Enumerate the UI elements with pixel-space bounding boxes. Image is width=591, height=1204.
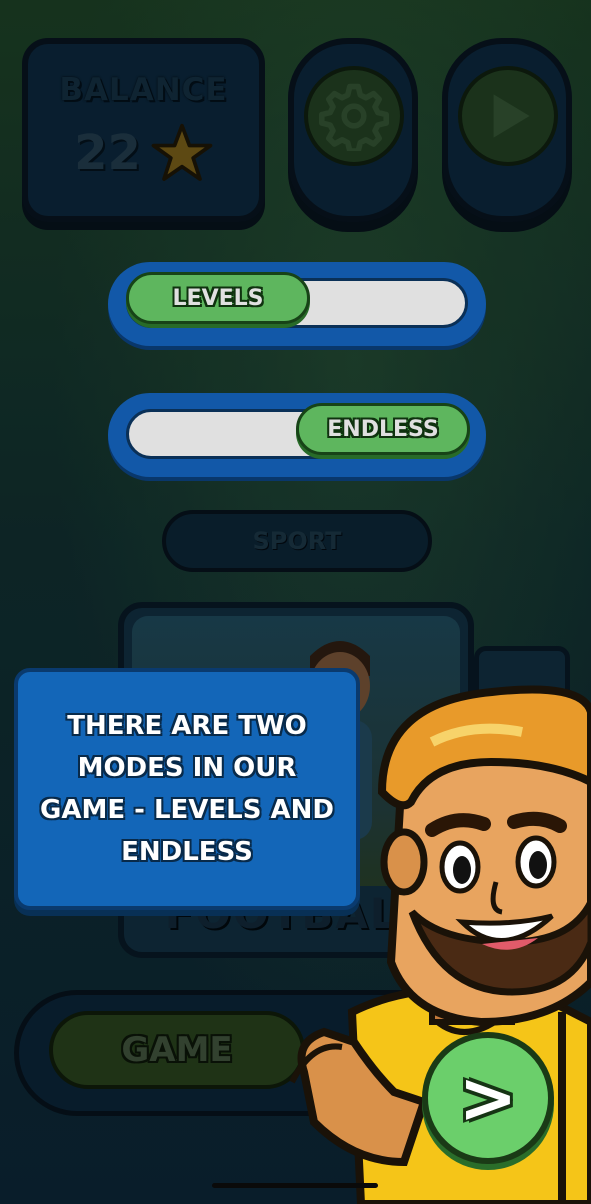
balance-card: BALANCE 22 bbox=[22, 38, 265, 222]
play-icon bbox=[493, 94, 530, 138]
levels-knob[interactable]: LEVELS bbox=[126, 272, 310, 324]
star-icon bbox=[151, 123, 213, 181]
category-tab-sport[interactable]: SPORT bbox=[162, 510, 432, 572]
next-arrow-icon: > bbox=[458, 1057, 518, 1139]
endless-toggle[interactable]: ENDLESS bbox=[108, 393, 486, 477]
balance-label: BALANCE bbox=[59, 72, 228, 108]
play-button[interactable] bbox=[442, 38, 572, 222]
settings-button[interactable] bbox=[288, 38, 418, 222]
next-button[interactable]: > bbox=[422, 1032, 554, 1164]
game-knob[interactable]: GAME bbox=[49, 1011, 305, 1089]
levels-toggle[interactable]: LEVELS bbox=[108, 262, 486, 346]
endless-knob[interactable]: ENDLESS bbox=[296, 403, 470, 455]
home-indicator[interactable] bbox=[212, 1183, 378, 1188]
gear-icon bbox=[319, 83, 389, 151]
balance-value: 22 bbox=[74, 125, 141, 181]
